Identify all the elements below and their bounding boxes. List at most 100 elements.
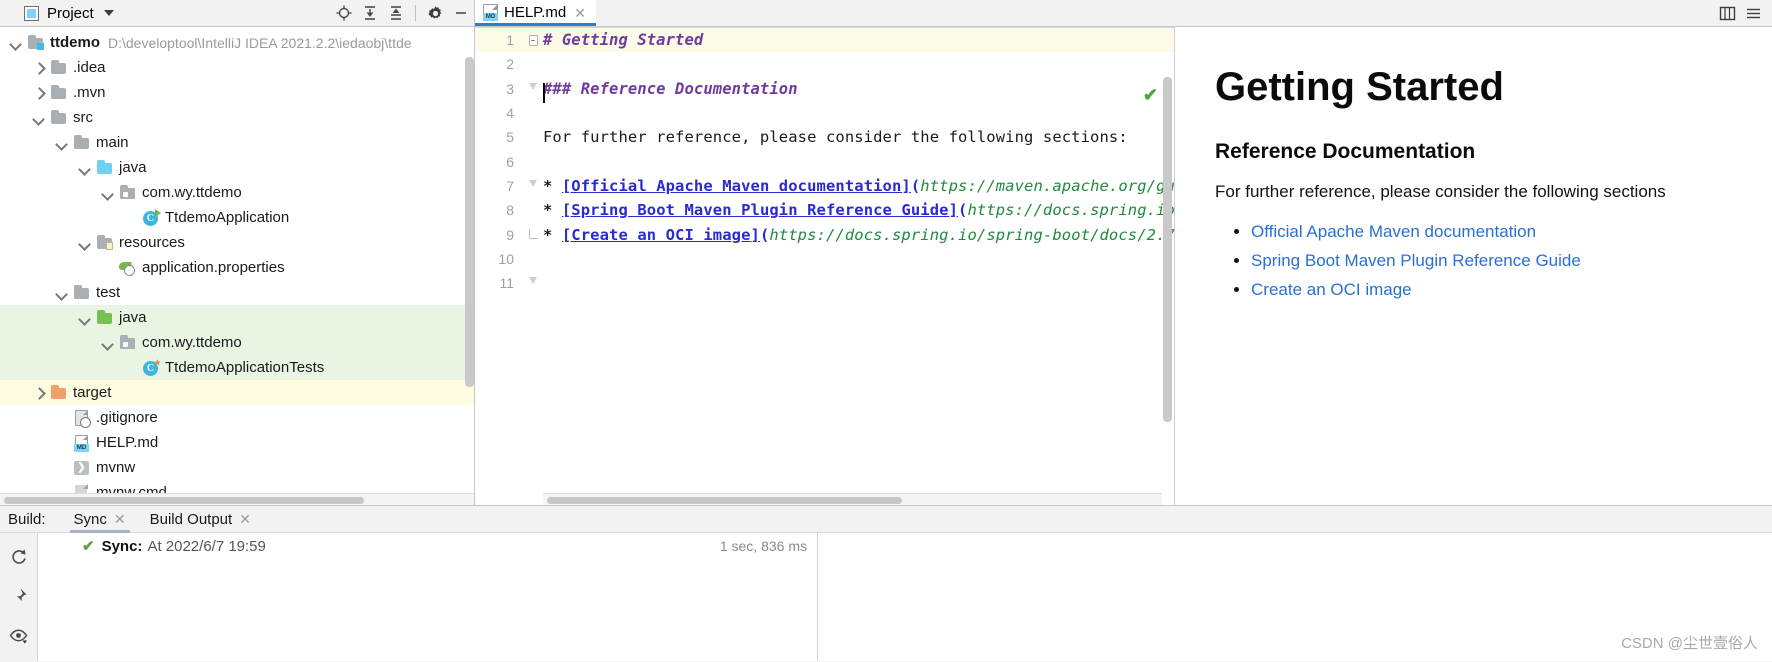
code-line[interactable]: 3 ### Reference Documentation	[475, 77, 1174, 101]
tree-node-main-pkg[interactable]: com.wy.ttdemo	[0, 180, 474, 205]
chevron-down-icon[interactable]	[56, 137, 68, 149]
tree-node-app-class[interactable]: C TtdemoApplication	[0, 205, 474, 230]
tree-node-label: test	[96, 284, 121, 301]
scrollbar-thumb[interactable]	[547, 497, 902, 504]
project-tree[interactable]: ttdemo D:\developtool\IntelliJ IDEA 2021.…	[0, 27, 474, 505]
tab-label: Sync	[73, 510, 107, 528]
code-line[interactable]: 8 * [Spring Boot Maven Plugin Reference G…	[475, 198, 1174, 222]
tree-node-main-java[interactable]: java	[0, 155, 474, 180]
editor-tabs-strip: HELP.md ✕	[475, 0, 1772, 26]
preview-link[interactable]: Official Apache Maven documentation	[1251, 222, 1772, 242]
code-folding-marker[interactable]	[523, 34, 543, 46]
tab-sync[interactable]: Sync ✕	[64, 505, 136, 533]
editor-vertical-scrollbar[interactable]	[1163, 77, 1172, 422]
tree-node-src[interactable]: src	[0, 105, 474, 130]
locate-icon[interactable]	[331, 0, 357, 27]
tree-node-target[interactable]: target	[0, 380, 474, 405]
code-token: *	[543, 225, 562, 244]
code-token[interactable]: [Spring Boot Maven Plugin Reference Guid…	[562, 201, 958, 219]
resources-root-folder-icon	[96, 235, 113, 250]
code-line[interactable]: 5 For further reference, please consider …	[475, 125, 1174, 149]
collapse-all-icon[interactable]	[383, 0, 409, 27]
tree-node-label: .gitignore	[96, 409, 158, 426]
chevron-down-icon[interactable]	[103, 10, 114, 16]
code-line[interactable]: 7 * [Official Apache Maven documentation]…	[475, 174, 1174, 198]
expand-all-icon[interactable]	[357, 0, 383, 27]
chevron-down-icon[interactable]	[79, 237, 91, 249]
scrollbar-thumb[interactable]	[4, 497, 364, 504]
code-token[interactable]: [Official Apache Maven documentation]	[562, 177, 911, 195]
code-line[interactable]: 6	[475, 149, 1174, 173]
line-number: 6	[506, 153, 514, 170]
code-lines[interactable]: 1 # Getting Started 2 3 ### Reference Docume…	[475, 28, 1174, 295]
chevron-right-icon[interactable]	[33, 62, 45, 74]
close-icon[interactable]: ✕	[572, 6, 588, 20]
markdown-source-editor[interactable]: 1 # Getting Started 2 3 ### Reference Docume…	[475, 27, 1175, 505]
tree-node-gitignore[interactable]: .gitignore	[0, 405, 474, 430]
chevron-down-icon[interactable]	[56, 287, 68, 299]
chevron-down-icon[interactable]	[102, 187, 114, 199]
rerun-icon[interactable]	[8, 545, 30, 567]
tree-node-app-props[interactable]: application.properties	[0, 255, 474, 280]
code-line[interactable]: 4	[475, 101, 1174, 125]
editor-horizontal-scrollbar[interactable]	[543, 493, 1162, 505]
code-folding-marker[interactable]	[523, 82, 543, 95]
close-icon[interactable]: ✕	[114, 511, 126, 528]
tree-node-helpmd[interactable]: HELP.md	[0, 430, 474, 455]
tree-node-main[interactable]: main	[0, 130, 474, 155]
tree-node-test-java[interactable]: java	[0, 305, 474, 330]
pin-icon[interactable]	[8, 585, 30, 607]
tree-node-mvn[interactable]: .mvn	[0, 80, 474, 105]
build-event-tree[interactable]: ✔ Sync: At 2022/6/7 19:59 1 sec, 836 ms	[38, 533, 818, 661]
chevron-down-icon[interactable]	[33, 112, 45, 124]
chevron-down-icon[interactable]	[102, 337, 114, 349]
code-line[interactable]: 11	[475, 271, 1174, 295]
code-line[interactable]: 2	[475, 52, 1174, 76]
tree-node-idea[interactable]: .idea	[0, 55, 474, 80]
hide-tool-window-icon[interactable]	[448, 0, 474, 27]
tree-node-resources[interactable]: resources	[0, 230, 474, 255]
project-horizontal-scrollbar[interactable]	[0, 493, 474, 505]
tree-node-ttdemo[interactable]: ttdemo D:\developtool\IntelliJ IDEA 2021.…	[0, 30, 474, 55]
tree-node-test-class[interactable]: C TtdemoApplicationTests	[0, 355, 474, 380]
chevron-right-icon[interactable]	[33, 87, 45, 99]
menu-icon[interactable]	[1740, 0, 1766, 27]
watermark-text: CSDN @尘世壹俗人	[1621, 635, 1758, 652]
tree-node-mvnw[interactable]: ❯ mvnw	[0, 455, 474, 480]
tab-help-md[interactable]: HELP.md ✕	[475, 0, 596, 26]
code-text: * [Official Apache Maven documentation](…	[543, 176, 1174, 195]
code-token: For further reference, please consider t…	[543, 128, 1128, 147]
code-folding-marker[interactable]	[523, 179, 543, 192]
code-token: https://maven.apache.org/guides,	[920, 176, 1174, 195]
tree-node-test-pkg[interactable]: com.wy.ttdemo	[0, 330, 474, 355]
project-vertical-scrollbar[interactable]	[465, 57, 474, 387]
code-line[interactable]: 1 # Getting Started	[475, 28, 1174, 53]
code-folding-marker[interactable]	[523, 228, 543, 239]
tab-build-output[interactable]: Build Output ✕	[140, 505, 261, 533]
code-line[interactable]: 10	[475, 247, 1174, 271]
build-row-sync[interactable]: ✔ Sync: At 2022/6/7 19:59 1 sec, 836 ms	[38, 533, 817, 559]
preview-layout-icon[interactable]	[1714, 0, 1740, 27]
code-token[interactable]: [Create an OCI image]	[562, 226, 760, 244]
inspection-ok-checkmark[interactable]: ✔	[1143, 85, 1158, 106]
preview-link[interactable]: Create an OCI image	[1251, 280, 1772, 300]
tree-node-label: java	[119, 309, 147, 326]
line-number: 2	[506, 56, 514, 73]
settings-gear-icon[interactable]	[422, 0, 448, 27]
chevron-right-icon[interactable]	[33, 387, 45, 399]
code-text: For further reference, please consider t…	[543, 128, 1128, 146]
tree-node-label: .mvn	[73, 84, 106, 101]
module-folder-icon	[27, 35, 44, 50]
code-folding-marker[interactable]	[523, 277, 543, 289]
code-line[interactable]: 9 * [Create an OCI image](https://docs.sp…	[475, 222, 1174, 246]
chevron-down-icon[interactable]	[79, 312, 91, 324]
close-icon[interactable]: ✕	[239, 511, 251, 528]
preview-link[interactable]: Spring Boot Maven Plugin Reference Guide	[1251, 251, 1772, 271]
eye-toggle-icon[interactable]	[8, 625, 30, 647]
tree-node-test[interactable]: test	[0, 280, 474, 305]
chevron-down-icon[interactable]	[79, 162, 91, 174]
tree-node-label: TtdemoApplicationTests	[165, 359, 325, 376]
chevron-down-icon[interactable]	[10, 37, 22, 49]
